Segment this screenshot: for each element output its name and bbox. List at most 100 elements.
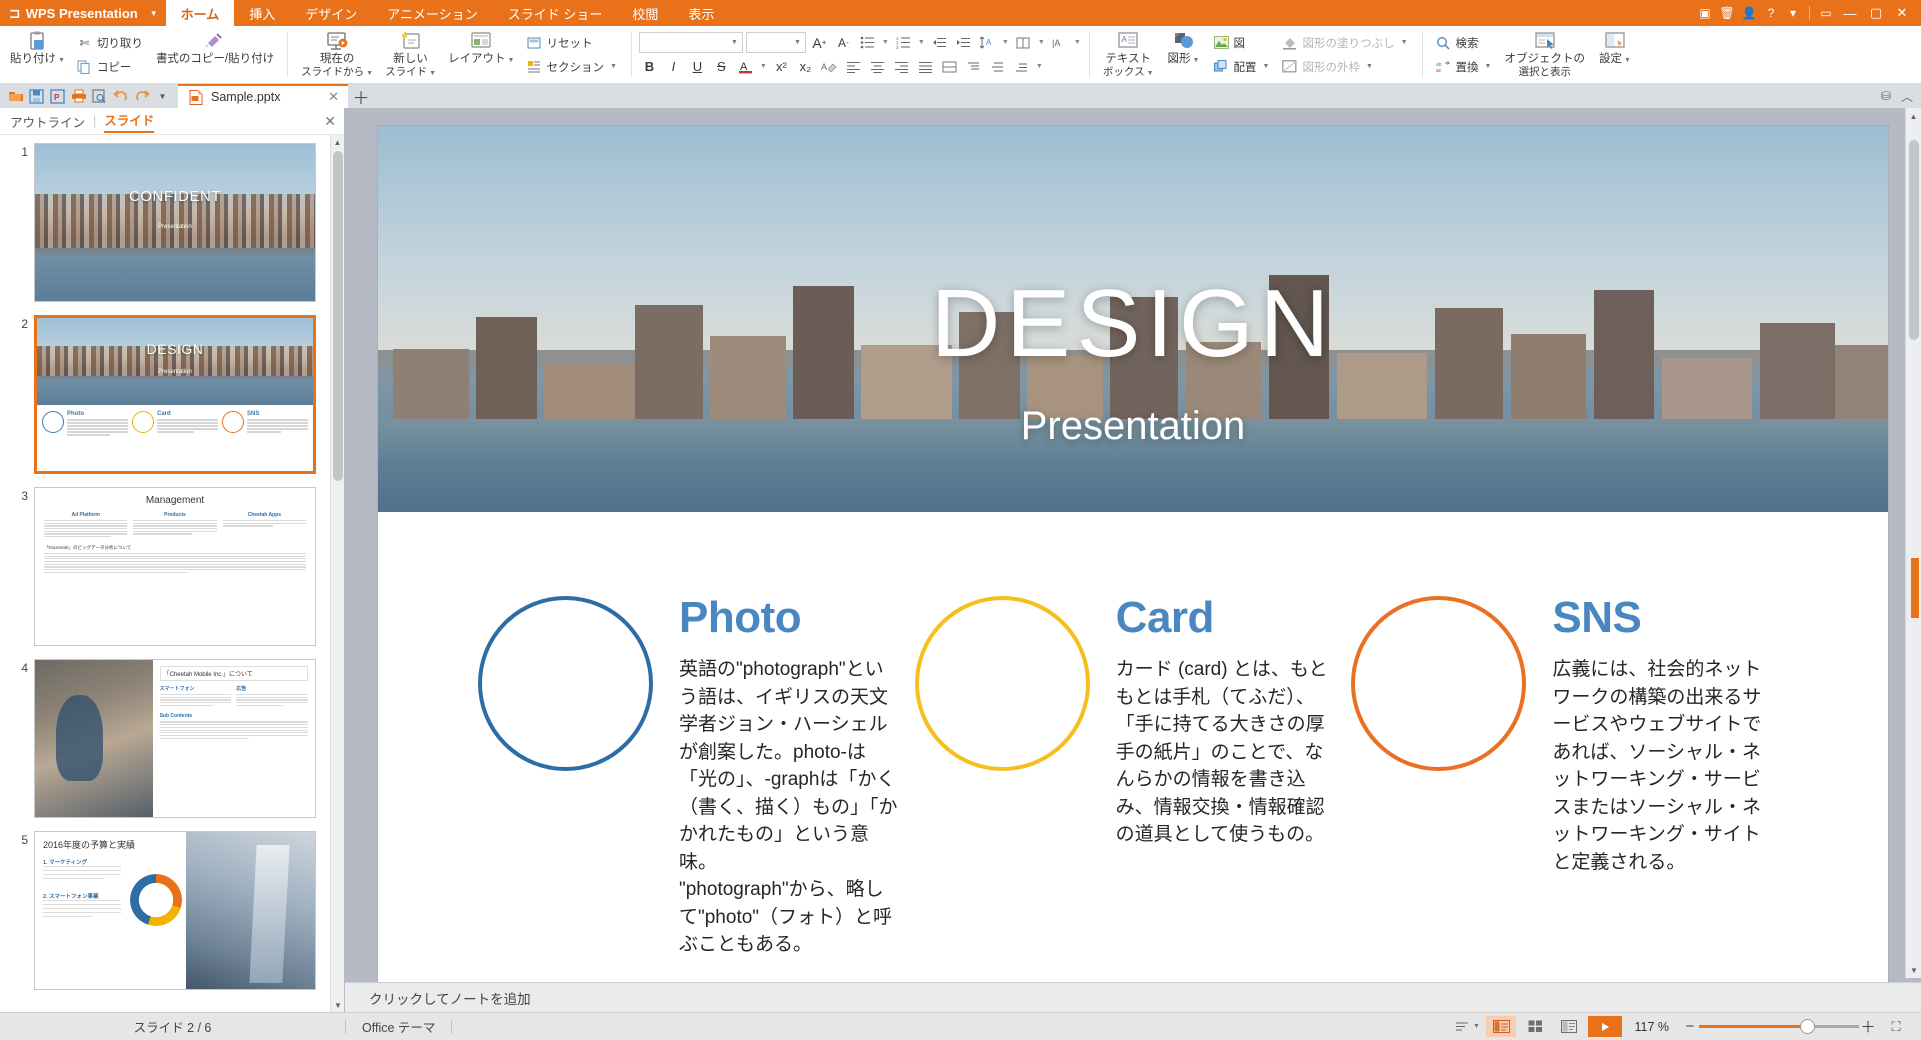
chevron-down-icon[interactable]: ▾ xyxy=(1782,2,1804,24)
zoom-in-button[interactable]: ＋ xyxy=(1859,1016,1877,1037)
font-color-chevron-down-icon[interactable]: ▼ xyxy=(759,63,768,70)
card-sns[interactable]: SNS 広義には、社会的ネットワークの構築の出来るサービスやウェブサイトであれば… xyxy=(1351,596,1788,959)
cut-button[interactable]: ✄ 切り取り xyxy=(73,32,148,54)
tab-slideshow[interactable]: スライド ショー xyxy=(493,0,618,26)
bullet-list-chevron-down-icon[interactable]: ▼ xyxy=(881,39,890,46)
zoom-track[interactable] xyxy=(1699,1025,1859,1028)
new-slide-button[interactable]: 新しい スライド▼ xyxy=(379,28,442,81)
columns-chevron-down-icon[interactable]: ▼ xyxy=(1037,39,1046,46)
bullet-list-button[interactable] xyxy=(857,32,878,53)
circle-outline-icon[interactable] xyxy=(478,596,653,771)
app-menu-chevron-down-icon[interactable]: ▼ xyxy=(148,0,166,26)
thumbnail-item-2[interactable]: 2 DESIGN Presentation Photo xyxy=(14,315,330,474)
align-chevron-down-icon[interactable]: ▼ xyxy=(1035,63,1044,70)
undo-icon[interactable] xyxy=(111,87,130,106)
arrange-button[interactable]: 配置 ▼ xyxy=(1210,56,1275,78)
tab-review[interactable]: 校閲 xyxy=(617,0,673,26)
settings-button[interactable]: 設定▼ xyxy=(1591,28,1639,81)
align-middle-button[interactable] xyxy=(987,56,1008,77)
align-top-button[interactable] xyxy=(963,56,984,77)
editor-vertical-scrollbar[interactable]: ▲ ▼ xyxy=(1905,108,1921,978)
increase-font-size-button[interactable]: A+ xyxy=(809,32,830,53)
numbered-list-chevron-down-icon[interactable]: ▼ xyxy=(917,39,926,46)
text-direction-chevron-down-icon[interactable]: ▼ xyxy=(1073,39,1082,46)
view-slideshow[interactable] xyxy=(1588,1016,1622,1037)
scrollbar-thumb[interactable] xyxy=(333,151,343,481)
customize-qat-chevron-down-icon[interactable]: ▼ xyxy=(153,87,172,106)
view-slide-sorter[interactable] xyxy=(1520,1016,1550,1037)
italic-button[interactable]: I xyxy=(663,56,684,77)
slide-title[interactable]: DESIGN xyxy=(378,276,1888,372)
text-direction-button[interactable]: |A xyxy=(1049,32,1070,53)
zoom-knob[interactable] xyxy=(1800,1019,1815,1034)
tab-outline[interactable]: アウトライン xyxy=(10,112,85,131)
thumbnail-canvas[interactable]: 「Cheetah Mobile Inc.」について スマートフォン 広告 xyxy=(34,659,316,818)
trash-icon[interactable]: 🗑 xyxy=(1716,2,1738,24)
zoom-level[interactable]: 117 % xyxy=(1626,1020,1677,1034)
picture-button[interactable]: 図 xyxy=(1210,32,1275,54)
print-icon[interactable] xyxy=(69,87,88,106)
ribbon-toggle-icon[interactable]: ▭ xyxy=(1815,2,1837,24)
view-reading[interactable] xyxy=(1554,1016,1584,1037)
font-size-select[interactable]: ▼ xyxy=(746,32,806,53)
card-photo[interactable]: Photo 英語の"photograph"という語は、イギリスの天文学者ジョン・… xyxy=(478,596,915,959)
align-left-button[interactable] xyxy=(843,56,864,77)
section-button[interactable]: セクション ▼ xyxy=(522,56,621,78)
thumbnail-canvas[interactable]: CONFIDENT Presentation xyxy=(34,143,316,302)
thumbnail-item-3[interactable]: 3 Management Ad Platform Products xyxy=(14,487,330,646)
format-painter-button[interactable]: 書式のコピー/貼り付け xyxy=(150,28,280,81)
replace-button[interactable]: abac 置換 ▼ xyxy=(1432,56,1497,78)
close-icon[interactable]: ✕ xyxy=(328,89,339,105)
minimize-button[interactable]: — xyxy=(1837,0,1863,26)
align-center-button[interactable] xyxy=(867,56,888,77)
card-text-block[interactable]: Card カード (card) とは、もともとは手札（てふだ）、「手に持てる大き… xyxy=(1116,596,1336,959)
scroll-up-arrow-icon[interactable]: ▲ xyxy=(1906,108,1921,124)
window-restore-icon[interactable]: ▣ xyxy=(1694,2,1716,24)
decrease-indent-button[interactable] xyxy=(929,32,950,53)
copy-button[interactable]: コピー xyxy=(73,56,148,78)
underline-button[interactable]: U xyxy=(687,56,708,77)
tab-design[interactable]: デザイン xyxy=(290,0,372,26)
line-spacing-button[interactable]: A xyxy=(977,32,998,53)
save-icon[interactable] xyxy=(27,87,46,106)
font-color-button[interactable]: A xyxy=(735,56,756,77)
reset-button[interactable]: リセット xyxy=(522,32,621,54)
tab-slides[interactable]: スライド xyxy=(104,110,154,133)
superscript-button[interactable]: x² xyxy=(771,56,792,77)
next-slide-marker[interactable] xyxy=(1911,558,1919,618)
thumbnail-scrollbar[interactable]: ▲ ▼ xyxy=(330,135,344,1012)
bold-button[interactable]: B xyxy=(639,56,660,77)
decrease-font-size-button[interactable]: A- xyxy=(833,32,854,53)
tab-insert[interactable]: 挿入 xyxy=(234,0,290,26)
new-tab-button[interactable]: ＋ xyxy=(348,84,374,108)
new-slide-from-current-button[interactable]: 現在の スライドから▼ xyxy=(295,28,379,81)
textbox-button[interactable]: A テキスト ボックス▼ xyxy=(1097,28,1160,81)
thumbnail-canvas[interactable]: Management Ad Platform Products xyxy=(34,487,316,646)
tab-home[interactable]: ホーム xyxy=(166,0,235,26)
thumbnail-canvas[interactable]: 2016年度の予算と実績 1. マーケティング 2. スマートフォン事業 xyxy=(34,831,316,990)
paste-button[interactable]: 貼り付け▼ xyxy=(4,28,71,81)
scroll-down-arrow-icon[interactable]: ▼ xyxy=(331,998,344,1012)
scroll-up-arrow-icon[interactable]: ▲ xyxy=(331,135,344,149)
tab-view[interactable]: 表示 xyxy=(673,0,729,26)
layout-button[interactable]: レイアウト▼ xyxy=(442,28,520,81)
circle-outline-icon[interactable] xyxy=(1351,596,1526,771)
tab-animation[interactable]: アニメーション xyxy=(372,0,492,26)
shape-button[interactable]: 図形▼ xyxy=(1160,28,1208,81)
notes-pane[interactable]: クリックしてノートを追加 xyxy=(345,982,1921,1012)
fit-to-window-icon[interactable]: ⛶ xyxy=(1881,1016,1911,1037)
justify-button[interactable] xyxy=(915,56,936,77)
distribute-button[interactable] xyxy=(939,56,960,77)
shape-outline-button[interactable]: 図形の外枠 ▼ xyxy=(1278,56,1412,78)
increase-indent-button[interactable] xyxy=(953,32,974,53)
redo-icon[interactable] xyxy=(132,87,151,106)
view-normal[interactable] xyxy=(1486,1016,1516,1037)
line-spacing-chevron-down-icon[interactable]: ▼ xyxy=(1001,39,1010,46)
card-text-block[interactable]: SNS 広義には、社会的ネットワークの構築の出来るサービスやウェブサイトであれば… xyxy=(1552,596,1772,959)
thumbnail-canvas-selected[interactable]: DESIGN Presentation Photo xyxy=(34,315,316,474)
shape-fill-button[interactable]: 図形の塗りつぶし ▼ xyxy=(1278,32,1412,54)
layout-options-icon[interactable]: ▼ xyxy=(1452,1016,1482,1037)
maximize-button[interactable]: ▢ xyxy=(1863,0,1889,26)
thumbnail-item-4[interactable]: 4 「Cheetah Mobile Inc.」について スマートフォン xyxy=(14,659,330,818)
scrollbar-thumb[interactable] xyxy=(1909,140,1919,340)
